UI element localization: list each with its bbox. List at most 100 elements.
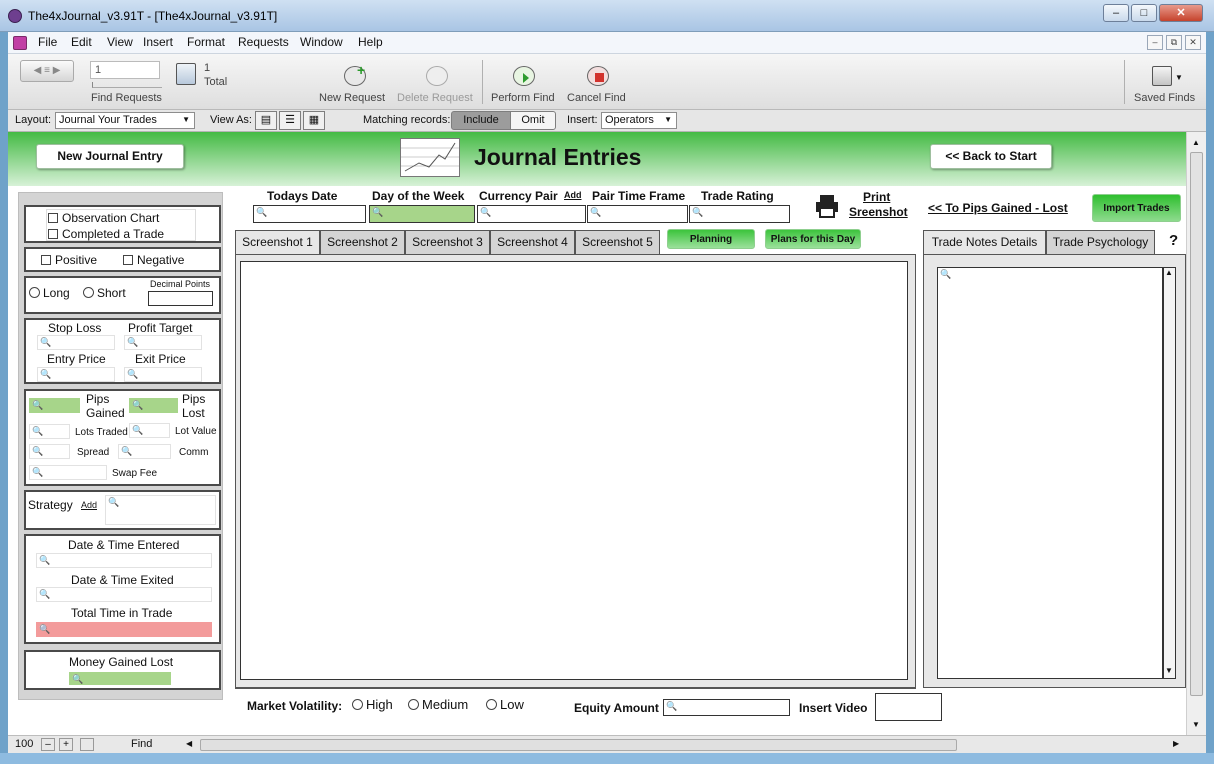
printer-icon[interactable] bbox=[815, 194, 839, 218]
perform-find-button[interactable]: Perform Find bbox=[491, 92, 555, 104]
planning-button[interactable]: Planning bbox=[667, 229, 755, 249]
exit-price-field[interactable]: 🔍 bbox=[124, 367, 202, 382]
mdi-minimize-button[interactable]: – bbox=[1147, 35, 1163, 50]
view-table-button[interactable]: ▦ bbox=[303, 111, 325, 130]
operators-select[interactable]: Operators ▼ bbox=[601, 112, 677, 129]
pips-box: 🔍 Pips Gained 🔍 Pips Lost 🔍 Lots Traded … bbox=[24, 389, 221, 486]
date-entered-field[interactable]: 🔍 bbox=[36, 553, 212, 568]
scroll-up-icon[interactable]: ▲ bbox=[1192, 138, 1200, 147]
menu-file[interactable]: File bbox=[38, 35, 57, 49]
scroll-right-icon[interactable]: ▶ bbox=[1173, 739, 1179, 748]
insert-video-container[interactable] bbox=[875, 693, 942, 721]
volatility-low-radio[interactable]: Low bbox=[486, 697, 524, 712]
swap-fee-field[interactable]: 🔍 bbox=[29, 465, 107, 480]
import-trades-button[interactable]: Import Trades bbox=[1092, 194, 1181, 222]
pips-lost-field[interactable]: 🔍 bbox=[129, 398, 178, 413]
print-screenshot-link-1[interactable]: Print bbox=[863, 190, 890, 204]
spread-field[interactable]: 🔍 bbox=[29, 444, 70, 459]
decimal-points-field[interactable] bbox=[148, 291, 213, 306]
day-of-week-field[interactable]: 🔍 bbox=[369, 205, 475, 223]
mdi-restore-button[interactable]: ⧉ bbox=[1166, 35, 1182, 50]
trade-rating-field[interactable]: 🔍 bbox=[689, 205, 790, 223]
completed-trade-checkbox[interactable]: Completed a Trade bbox=[48, 227, 164, 241]
to-pips-link[interactable]: << To Pips Gained - Lost bbox=[928, 201, 1068, 215]
tab-screenshot-3[interactable]: Screenshot 3 bbox=[405, 230, 490, 255]
new-request-button[interactable]: New Request bbox=[319, 92, 385, 104]
trade-notes-field[interactable]: 🔍 bbox=[937, 267, 1163, 679]
horizontal-scroll-thumb[interactable] bbox=[200, 739, 957, 751]
zoom-level[interactable]: 100 bbox=[15, 738, 33, 750]
equity-amount-field[interactable]: 🔍 bbox=[663, 699, 790, 716]
money-field[interactable]: 🔍 bbox=[69, 672, 171, 685]
status-toolbar-toggle[interactable] bbox=[80, 738, 94, 751]
view-form-button[interactable]: ▤ bbox=[255, 111, 277, 130]
tab-screenshot-4[interactable]: Screenshot 4 bbox=[490, 230, 575, 255]
comm-field[interactable]: 🔍 bbox=[118, 444, 171, 459]
strategy-field[interactable]: 🔍 bbox=[105, 495, 216, 525]
menu-requests[interactable]: Requests bbox=[238, 35, 289, 49]
lots-traded-field[interactable]: 🔍 bbox=[29, 424, 70, 439]
todays-date-field[interactable]: 🔍 bbox=[253, 205, 366, 223]
trade-notes-scrollbar[interactable]: ▲ ▼ bbox=[1163, 267, 1176, 679]
mdi-close-button[interactable]: ✕ bbox=[1185, 35, 1201, 50]
record-book-control[interactable]: ◀ ≡ ▶ bbox=[20, 60, 74, 82]
new-journal-entry-button[interactable]: New Journal Entry bbox=[36, 144, 184, 169]
positive-checkbox[interactable]: Positive bbox=[41, 253, 97, 267]
help-button[interactable]: ? bbox=[1169, 232, 1178, 249]
maximize-button[interactable]: □ bbox=[1131, 4, 1157, 22]
saved-finds-button[interactable]: Saved Finds bbox=[1134, 92, 1195, 104]
total-time-field[interactable]: 🔍 bbox=[36, 622, 212, 637]
negative-checkbox[interactable]: Negative bbox=[123, 253, 184, 267]
tab-trade-notes[interactable]: Trade Notes Details bbox=[923, 230, 1046, 255]
cancel-find-button[interactable]: Cancel Find bbox=[567, 92, 626, 104]
pips-gained-field[interactable]: 🔍 bbox=[29, 398, 80, 413]
menu-view[interactable]: View bbox=[107, 35, 133, 49]
scroll-thumb[interactable] bbox=[1190, 152, 1203, 696]
menu-format[interactable]: Format bbox=[187, 35, 225, 49]
pair-time-frame-field[interactable]: 🔍 bbox=[587, 205, 688, 223]
screenshot-container[interactable] bbox=[240, 261, 908, 680]
mode-indicator: Find bbox=[131, 738, 153, 750]
tab-screenshot-5[interactable]: Screenshot 5 bbox=[575, 230, 660, 255]
back-to-start-button[interactable]: << Back to Start bbox=[930, 144, 1052, 169]
omit-button[interactable]: Omit bbox=[510, 111, 556, 130]
volatility-high-radio[interactable]: High bbox=[352, 697, 393, 712]
strategy-add-link[interactable]: Add bbox=[81, 500, 97, 510]
lot-value-field[interactable]: 🔍 bbox=[129, 423, 170, 438]
close-button[interactable]: ✕ bbox=[1159, 4, 1203, 22]
currency-pair-field[interactable]: 🔍 bbox=[477, 205, 586, 223]
scroll-down-icon[interactable]: ▼ bbox=[1192, 720, 1200, 729]
long-radio[interactable]: Long bbox=[29, 286, 70, 300]
print-screenshot-link-2[interactable]: Sreenshot bbox=[849, 205, 908, 219]
delete-request-button[interactable]: Delete Request bbox=[397, 92, 473, 104]
tab-screenshot-2[interactable]: Screenshot 2 bbox=[320, 230, 405, 255]
menu-window[interactable]: Window bbox=[300, 35, 343, 49]
matching-records-label: Matching records: bbox=[363, 114, 451, 126]
include-button[interactable]: Include bbox=[451, 111, 511, 130]
minimize-button[interactable]: – bbox=[1103, 4, 1129, 22]
scroll-up-icon[interactable]: ▲ bbox=[1165, 268, 1173, 277]
window-vertical-scrollbar[interactable]: ▲ ▼ bbox=[1186, 132, 1206, 735]
volatility-medium-radio[interactable]: Medium bbox=[408, 697, 468, 712]
date-exited-field[interactable]: 🔍 bbox=[36, 587, 212, 602]
record-slider[interactable] bbox=[92, 82, 162, 88]
short-radio[interactable]: Short bbox=[83, 286, 126, 300]
stop-loss-field[interactable]: 🔍 bbox=[37, 335, 115, 350]
layout-select[interactable]: Journal Your Trades ▼ bbox=[55, 112, 195, 129]
menu-edit[interactable]: Edit bbox=[71, 35, 92, 49]
scroll-left-icon[interactable]: ◀ bbox=[186, 739, 192, 748]
zoom-in-button[interactable]: + bbox=[59, 738, 73, 751]
zoom-out-button[interactable]: – bbox=[41, 738, 55, 751]
currency-pair-add-link[interactable]: Add bbox=[564, 190, 582, 200]
entry-price-field[interactable]: 🔍 bbox=[37, 367, 115, 382]
view-list-button[interactable]: ☰ bbox=[279, 111, 301, 130]
plans-for-day-button[interactable]: Plans for this Day bbox=[765, 229, 861, 249]
record-number-input[interactable] bbox=[90, 61, 160, 79]
observation-chart-checkbox[interactable]: Observation Chart bbox=[48, 211, 159, 225]
menu-help[interactable]: Help bbox=[358, 35, 383, 49]
tab-trade-psychology[interactable]: Trade Psychology bbox=[1046, 230, 1155, 255]
menu-insert[interactable]: Insert bbox=[143, 35, 173, 49]
scroll-down-icon[interactable]: ▼ bbox=[1165, 666, 1173, 675]
tab-screenshot-1[interactable]: Screenshot 1 bbox=[235, 230, 320, 255]
profit-target-field[interactable]: 🔍 bbox=[124, 335, 202, 350]
